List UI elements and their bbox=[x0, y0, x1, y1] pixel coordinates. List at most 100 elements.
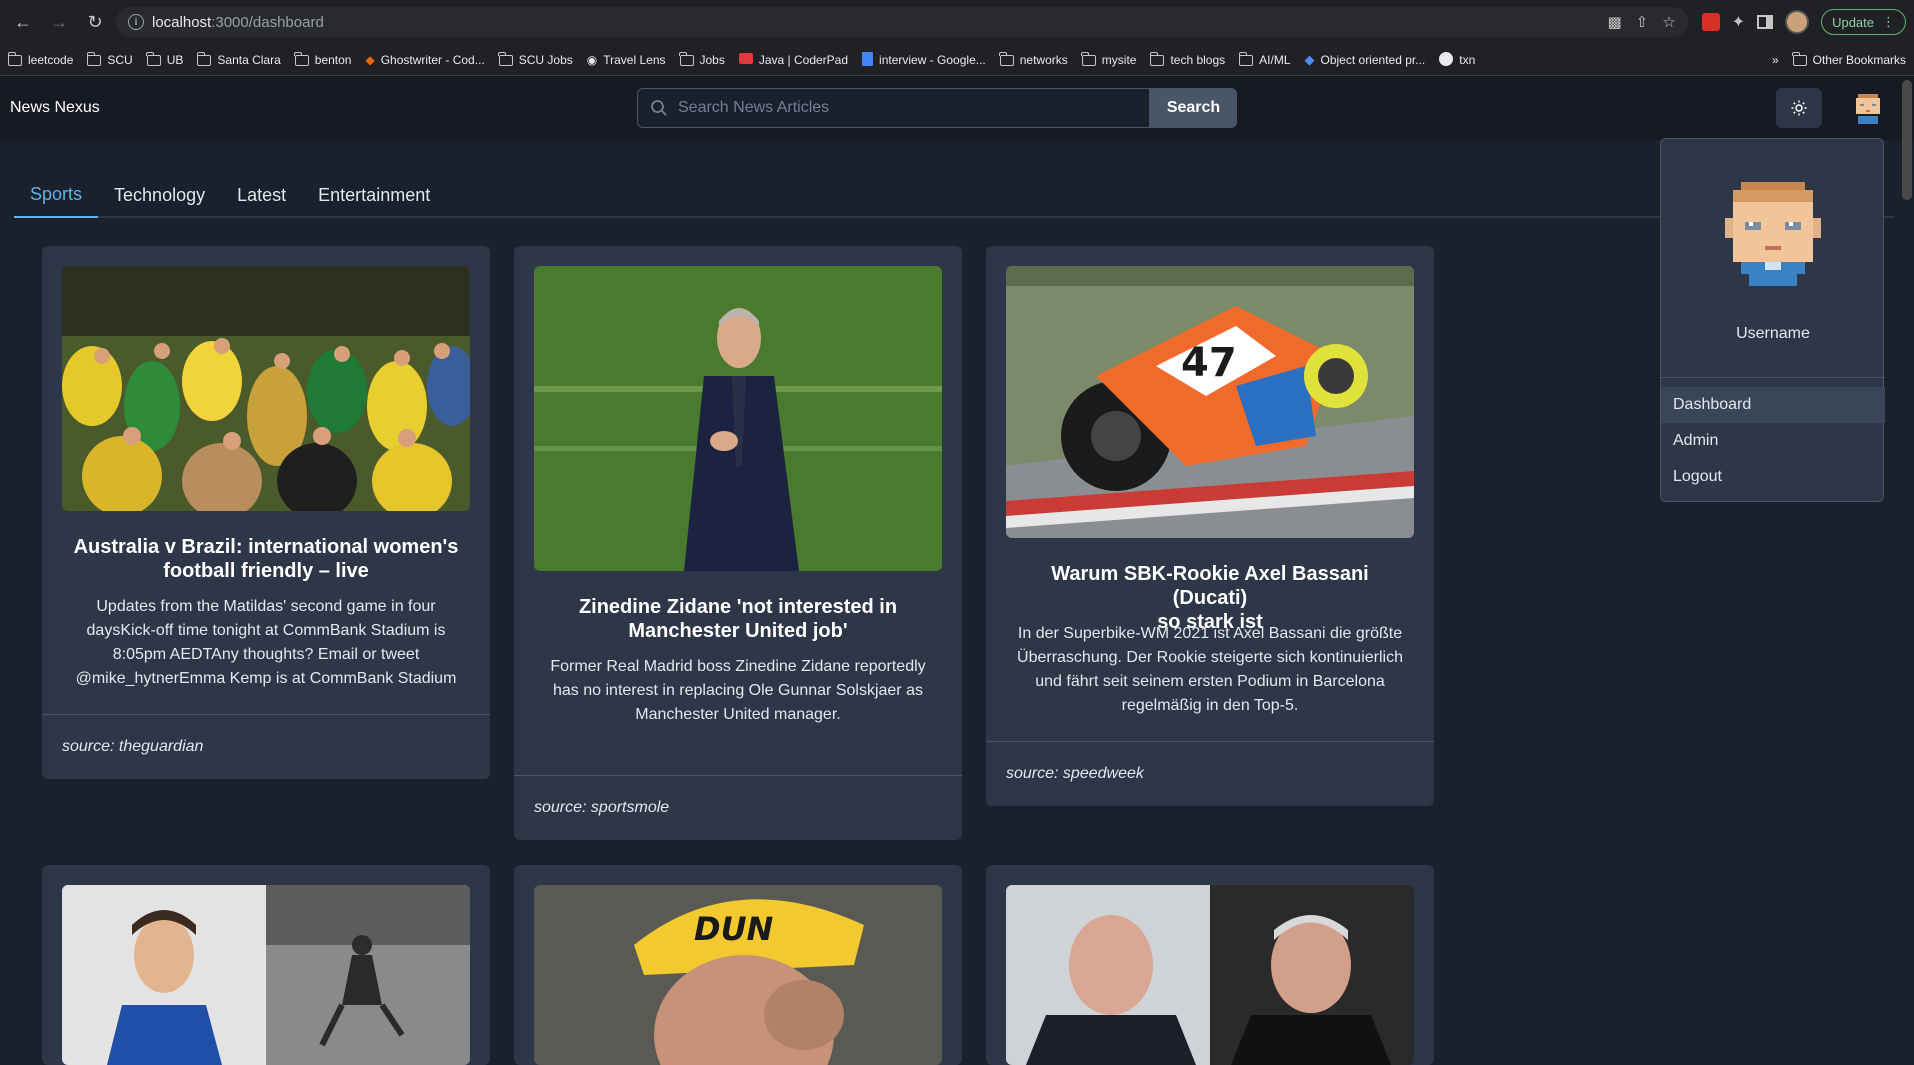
brand-title[interactable]: News Nexus bbox=[10, 99, 100, 117]
folder-icon bbox=[86, 51, 102, 66]
diamond-icon: ◆ bbox=[1304, 52, 1315, 67]
bookmark-item[interactable]: networks bbox=[999, 51, 1068, 67]
bookmark-item[interactable]: ◆ Object oriented pr... bbox=[1305, 52, 1426, 68]
bookmark-label: SCU bbox=[107, 53, 133, 67]
share-icon[interactable]: ⇧ bbox=[1636, 13, 1649, 31]
extension-red-icon[interactable] bbox=[1701, 13, 1720, 31]
bookmark-label: Jobs bbox=[699, 53, 725, 67]
bookmark-item[interactable]: Java | CoderPad bbox=[738, 53, 849, 67]
search-icon bbox=[651, 100, 667, 116]
bookmark-label: UB bbox=[166, 53, 184, 67]
bookmark-item[interactable]: AI/ML bbox=[1238, 51, 1291, 67]
bookmark-item[interactable]: SCU Jobs bbox=[498, 51, 573, 67]
article-card[interactable]: Zinedine Zidane 'not interested in Manche… bbox=[514, 246, 962, 840]
bookmark-item[interactable]: mysite bbox=[1081, 51, 1137, 67]
url-host: localhost bbox=[152, 13, 212, 31]
search-input[interactable] bbox=[678, 99, 1118, 117]
article-description: Updates from the Matildas' second game i… bbox=[75, 598, 457, 687]
category-tabs: Sports Technology Latest Entertainment bbox=[14, 172, 1894, 218]
article-card[interactable]: 47 Warum SBK-Rookie Axel Bassani (Ducati… bbox=[986, 246, 1434, 806]
dropdown-divider bbox=[1661, 377, 1885, 378]
other-bookmarks-folder[interactable]: Other Bookmarks bbox=[1792, 51, 1906, 67]
folder-icon bbox=[1081, 51, 1096, 66]
dropdown-username: Username bbox=[1736, 325, 1810, 342]
user-avatar bbox=[1725, 182, 1821, 286]
puzzle-icon[interactable]: ✦ bbox=[1732, 12, 1745, 32]
profile-icon[interactable] bbox=[1785, 10, 1810, 34]
article-image-zidane bbox=[534, 266, 942, 571]
user-dropdown-menu: Username Dashboard Admin Logout bbox=[1660, 138, 1885, 502]
bookmark-item[interactable]: SCU bbox=[86, 51, 133, 67]
tab-latest[interactable]: Latest bbox=[221, 172, 302, 218]
folder-icon bbox=[1792, 51, 1807, 66]
card-divider bbox=[42, 714, 490, 715]
site-info-icon[interactable]: i bbox=[128, 14, 144, 30]
article-card[interactable] bbox=[986, 865, 1434, 1065]
bookmark-item[interactable]: leetcode bbox=[7, 51, 73, 67]
theme-toggle-button[interactable] bbox=[1776, 88, 1822, 128]
article-image-crowd bbox=[62, 266, 470, 511]
bookmark-item[interactable]: interview - Google... bbox=[862, 51, 986, 69]
folder-icon bbox=[294, 51, 309, 66]
article-title[interactable]: Zinedine Zidane 'not interested in Manche… bbox=[544, 595, 932, 643]
article-image-footballers bbox=[62, 885, 470, 1065]
page-scrollbar[interactable] bbox=[1902, 80, 1912, 200]
search-group: Search bbox=[637, 88, 1237, 128]
card-divider bbox=[514, 775, 962, 776]
bookmark-label: interview - Google... bbox=[879, 53, 986, 67]
bookmark-item[interactable]: tech blogs bbox=[1149, 51, 1225, 67]
kebab-menu-icon[interactable]: ⋮ bbox=[1882, 14, 1895, 30]
menu-item-admin[interactable]: Admin bbox=[1661, 423, 1885, 459]
bookmark-item[interactable]: txn bbox=[1439, 51, 1475, 69]
article-source: source: theguardian bbox=[62, 738, 204, 755]
menu-item-dashboard[interactable]: Dashboard bbox=[1661, 387, 1885, 423]
article-card[interactable]: DUN bbox=[514, 865, 962, 1065]
update-label: Update bbox=[1832, 14, 1874, 30]
folder-icon bbox=[1238, 51, 1254, 66]
address-bar[interactable]: i localhost:3000/dashboard ▩ ⇧ ☆ bbox=[116, 7, 1688, 37]
bookmark-label: Java | CoderPad bbox=[758, 53, 849, 67]
bookmark-item[interactable]: benton bbox=[294, 51, 351, 67]
article-card[interactable]: Australia v Brazil: international women'… bbox=[42, 246, 490, 779]
update-button[interactable]: Update ⋮ bbox=[1821, 9, 1906, 35]
side-panel-icon[interactable] bbox=[1757, 15, 1774, 29]
forward-arrow-icon[interactable]: → bbox=[44, 7, 74, 37]
folder-icon bbox=[1149, 51, 1165, 66]
article-image-driver: DUN bbox=[534, 885, 942, 1065]
coderpad-icon bbox=[738, 53, 753, 67]
article-title[interactable]: Australia v Brazil: international women'… bbox=[72, 535, 460, 583]
tab-entertainment[interactable]: Entertainment bbox=[302, 172, 446, 218]
search-button[interactable]: Search bbox=[1150, 88, 1237, 128]
more-bookmarks-button[interactable]: » bbox=[1772, 53, 1779, 67]
ghostwriter-icon: ◆ bbox=[365, 53, 375, 67]
reload-icon[interactable]: ↻ bbox=[80, 7, 110, 37]
bookmark-label: SCU Jobs bbox=[518, 53, 573, 67]
card-divider bbox=[986, 741, 1434, 742]
menu-item-logout[interactable]: Logout bbox=[1661, 459, 1885, 495]
bookmark-item[interactable]: UB bbox=[146, 51, 184, 67]
bookmark-item[interactable]: ◉ Travel Lens bbox=[587, 53, 666, 67]
article-source: source: sportsmole bbox=[534, 799, 670, 816]
browser-chrome: ← → ↻ i localhost:3000/dashboard ▩ ⇧ ☆ ✦… bbox=[0, 0, 1914, 76]
avatar-button[interactable] bbox=[1852, 92, 1884, 124]
docs-icon bbox=[862, 51, 874, 69]
folder-icon bbox=[146, 51, 161, 66]
bookmark-label: mysite bbox=[1101, 53, 1137, 67]
folder-icon bbox=[7, 51, 22, 66]
bookmark-item[interactable]: ◆ Ghostwriter - Cod... bbox=[365, 53, 484, 67]
article-card[interactable] bbox=[42, 865, 490, 1065]
back-arrow-icon[interactable]: ← bbox=[8, 7, 38, 37]
star-icon[interactable]: ☆ bbox=[1662, 13, 1675, 31]
bookmark-item[interactable]: Santa Clara bbox=[196, 51, 281, 67]
folder-icon bbox=[196, 51, 212, 66]
sun-icon bbox=[1791, 100, 1807, 116]
tab-technology[interactable]: Technology bbox=[98, 172, 221, 218]
bookmark-label: Ghostwriter - Cod... bbox=[380, 53, 485, 67]
bookmark-item[interactable]: Jobs bbox=[679, 51, 725, 67]
install-icon[interactable]: ▩ bbox=[1607, 13, 1621, 31]
tab-sports[interactable]: Sports bbox=[14, 172, 99, 218]
article-description: In der Superbike-WM 2021 ist Axel Bassan… bbox=[1017, 625, 1403, 714]
bookmark-label: networks bbox=[1019, 53, 1068, 67]
address-row: ← → ↻ i localhost:3000/dashboard ▩ ⇧ ☆ ✦… bbox=[0, 0, 1914, 44]
bookmark-label: AI/ML bbox=[1259, 53, 1291, 67]
